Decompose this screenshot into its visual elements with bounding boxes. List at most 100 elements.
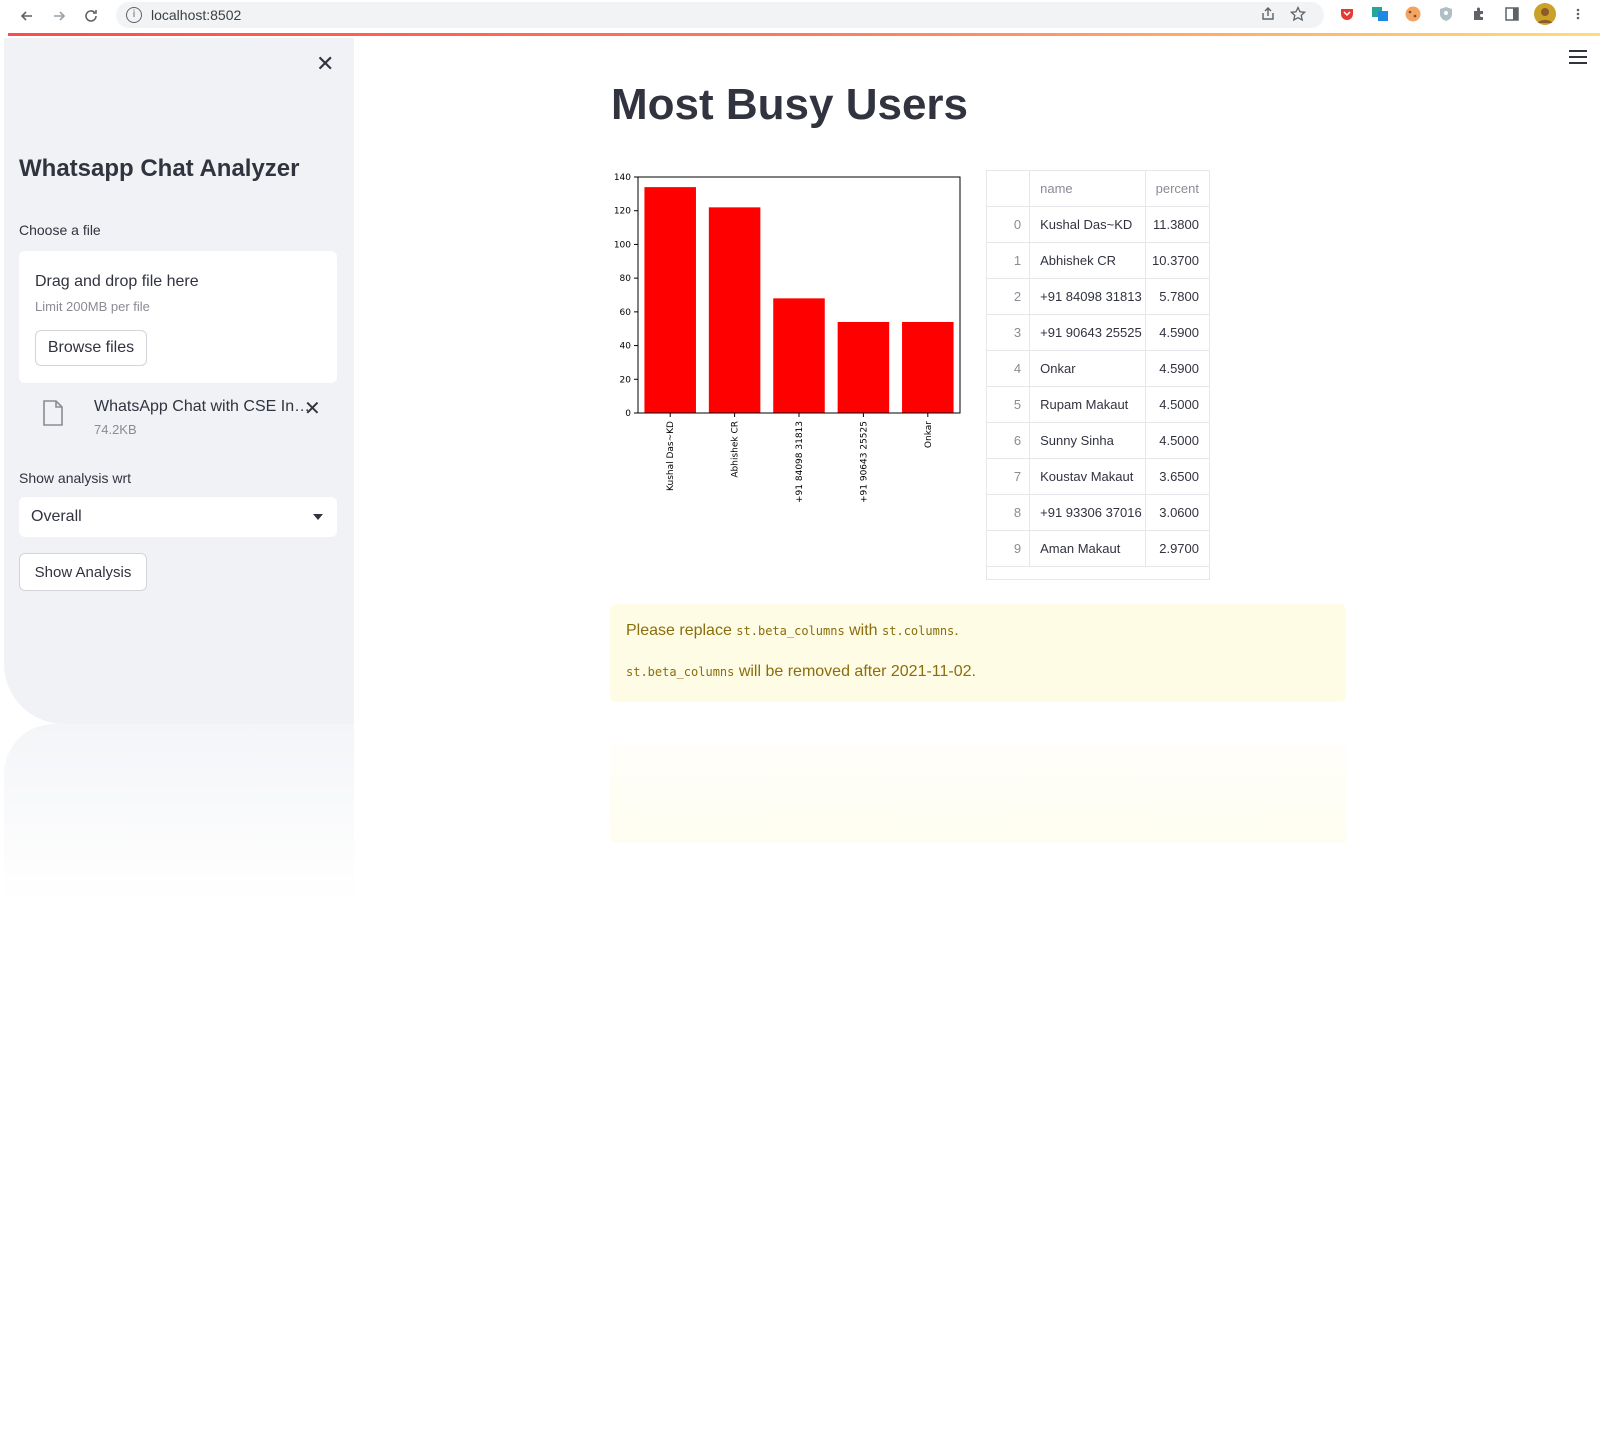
table-cell-index: 4 (987, 350, 1031, 387)
uploaded-file-name: WhatsApp Chat with CSE In… (94, 398, 311, 415)
sidebar-reflection (4, 724, 354, 904)
extension-cookie-icon[interactable] (1402, 3, 1424, 25)
chart-bar (708, 207, 761, 413)
sidebar-title: Whatsapp Chat Analyzer (19, 155, 300, 182)
analysis-select-label: Show analysis wrt (19, 470, 132, 486)
dropzone-limit: Limit 200MB per file (35, 299, 150, 314)
x-tick-label: Kushal Das~KD (666, 421, 676, 491)
page-title: Most Busy Users (611, 80, 969, 129)
table-cell-name: +91 90643 25525 (1029, 314, 1146, 351)
show-analysis-button[interactable]: Show Analysis (19, 553, 147, 591)
warning-code: st.columns (882, 624, 955, 638)
y-tick-label: 20 (620, 375, 632, 385)
extension-translate-icon[interactable] (1369, 3, 1391, 25)
analysis-select-value: Overall (31, 508, 82, 525)
chart-bar (902, 321, 954, 413)
table-cell-percent: 4.5000 (1145, 386, 1209, 423)
table-cell-index: 7 (987, 458, 1031, 495)
table-cell-name: Sunny Sinha (1029, 422, 1146, 459)
sidebar: ✕ Whatsapp Chat Analyzer Choose a file D… (4, 38, 354, 724)
table-cell-percent: 3.0600 (1145, 494, 1209, 531)
browse-files-button[interactable]: Browse files (35, 330, 147, 366)
table-cell-name: Rupam Makaut (1029, 386, 1146, 423)
warning-text: Please replace (626, 622, 737, 639)
table-cell-percent: 5.7800 (1145, 278, 1209, 315)
table-row: 7 Koustav Makaut 3.6500 (987, 458, 1209, 495)
extension-privacy-icon[interactable] (1435, 3, 1457, 25)
table-row: 9 Aman Makaut 2.9700 (987, 530, 1209, 567)
table-cell-name: Koustav Makaut (1029, 458, 1146, 495)
browser-menu-icon[interactable] (1567, 3, 1589, 25)
table-cell-percent: 4.5000 (1145, 422, 1209, 459)
side-panel-icon[interactable] (1501, 3, 1523, 25)
remove-file-icon[interactable]: ✕ (304, 396, 321, 420)
hamburger-menu-icon[interactable] (1569, 50, 1587, 68)
table-cell-name: +91 93306 37016 (1029, 494, 1146, 531)
table-cell-percent: 4.5900 (1145, 350, 1209, 387)
back-icon[interactable] (14, 3, 40, 29)
analysis-select[interactable]: Overall (19, 497, 337, 537)
table-row: 4 Onkar 4.5900 (987, 350, 1209, 387)
warning-text: . (954, 622, 959, 639)
extensions-puzzle-icon[interactable] (1468, 3, 1490, 25)
chart-bar (773, 298, 825, 413)
warning-line-1: Please replace st.beta_columns with st.c… (626, 622, 959, 640)
table-cell-name: Aman Makaut (1029, 530, 1146, 567)
uploaded-file: WhatsApp Chat with CSE In… 74.2KB ✕ (42, 392, 342, 442)
dropzone-text: Drag and drop file here (35, 273, 199, 290)
file-icon (42, 400, 64, 431)
table-row: 8 +91 93306 37016 3.0600 (987, 494, 1209, 531)
warning-text: with (844, 622, 883, 639)
table-header-name: name (1029, 171, 1146, 207)
warning-code: st.beta_columns (736, 624, 845, 638)
url-text: localhost:8502 (151, 7, 242, 23)
table-cell-index: 0 (987, 206, 1031, 243)
browser-toolbar: i localhost:8502 (0, 0, 1608, 32)
table-cell-index: 6 (987, 422, 1031, 459)
y-tick-label: 140 (614, 173, 631, 183)
table-cell-index: 5 (987, 386, 1031, 423)
extension-shield-icon[interactable] (1336, 3, 1358, 25)
uploaded-file-size: 74.2KB (94, 422, 137, 437)
address-bar[interactable]: i localhost:8502 (116, 2, 1324, 28)
screenshot-reflection (0, 724, 1608, 924)
x-tick-label: +91 84098 31813 (795, 421, 805, 503)
table-cell-index: 8 (987, 494, 1031, 531)
table-cell-index: 3 (987, 314, 1031, 351)
y-tick-label: 40 (620, 342, 632, 352)
table-cell-name: +91 84098 31813 (1029, 278, 1146, 315)
table-cell-percent: 11.3800 (1145, 206, 1209, 243)
file-uploader-label: Choose a file (19, 222, 101, 238)
site-info-icon[interactable]: i (126, 7, 142, 23)
table-cell-index: 9 (987, 530, 1031, 567)
table-cell-index: 2 (987, 278, 1031, 315)
table-cell-percent: 2.9700 (1145, 530, 1209, 567)
x-tick-label: Abhishek CR (731, 421, 741, 478)
share-icon[interactable] (1260, 6, 1276, 27)
close-sidebar-icon[interactable]: ✕ (316, 52, 334, 77)
warning-text: will be removed after 2021-11-02. (734, 663, 976, 680)
top-decoration-bar (8, 33, 1600, 36)
reload-icon[interactable] (78, 3, 104, 29)
x-tick-label: +91 90643 25525 (859, 421, 869, 503)
warning-line-2: st.beta_columns will be removed after 20… (626, 663, 976, 681)
warning-reflection (610, 744, 1346, 842)
y-tick-label: 100 (614, 240, 631, 250)
chart-bar (837, 321, 890, 413)
table-row: 3 +91 90643 25525 4.5900 (987, 314, 1209, 351)
bookmark-star-icon[interactable] (1289, 5, 1307, 27)
table-cell-percent: 10.3700 (1145, 242, 1209, 279)
y-tick-label: 60 (620, 308, 632, 318)
chevron-down-icon (313, 514, 323, 520)
profile-avatar[interactable] (1534, 3, 1556, 25)
busy-users-chart: 0 20 40 60 80 100 120 140 Kushal Das~KD Abhishek … (600, 165, 980, 505)
table-row: 2 +91 84098 31813 5.7800 (987, 278, 1209, 315)
warning-code: st.beta_columns (626, 665, 735, 679)
busy-users-table[interactable]: name percent 0 Kushal Das~KD 11.3800 1 Abhis… (986, 170, 1210, 580)
file-dropzone[interactable]: Drag and drop file here Limit 200MB per … (19, 251, 337, 383)
forward-icon[interactable] (46, 3, 72, 29)
y-tick-label: 0 (625, 409, 631, 419)
table-cell-name: Abhishek CR (1029, 242, 1146, 279)
table-header-row: name percent (987, 171, 1209, 207)
deprecation-warning: Please replace st.beta_columns with st.c… (610, 604, 1346, 702)
